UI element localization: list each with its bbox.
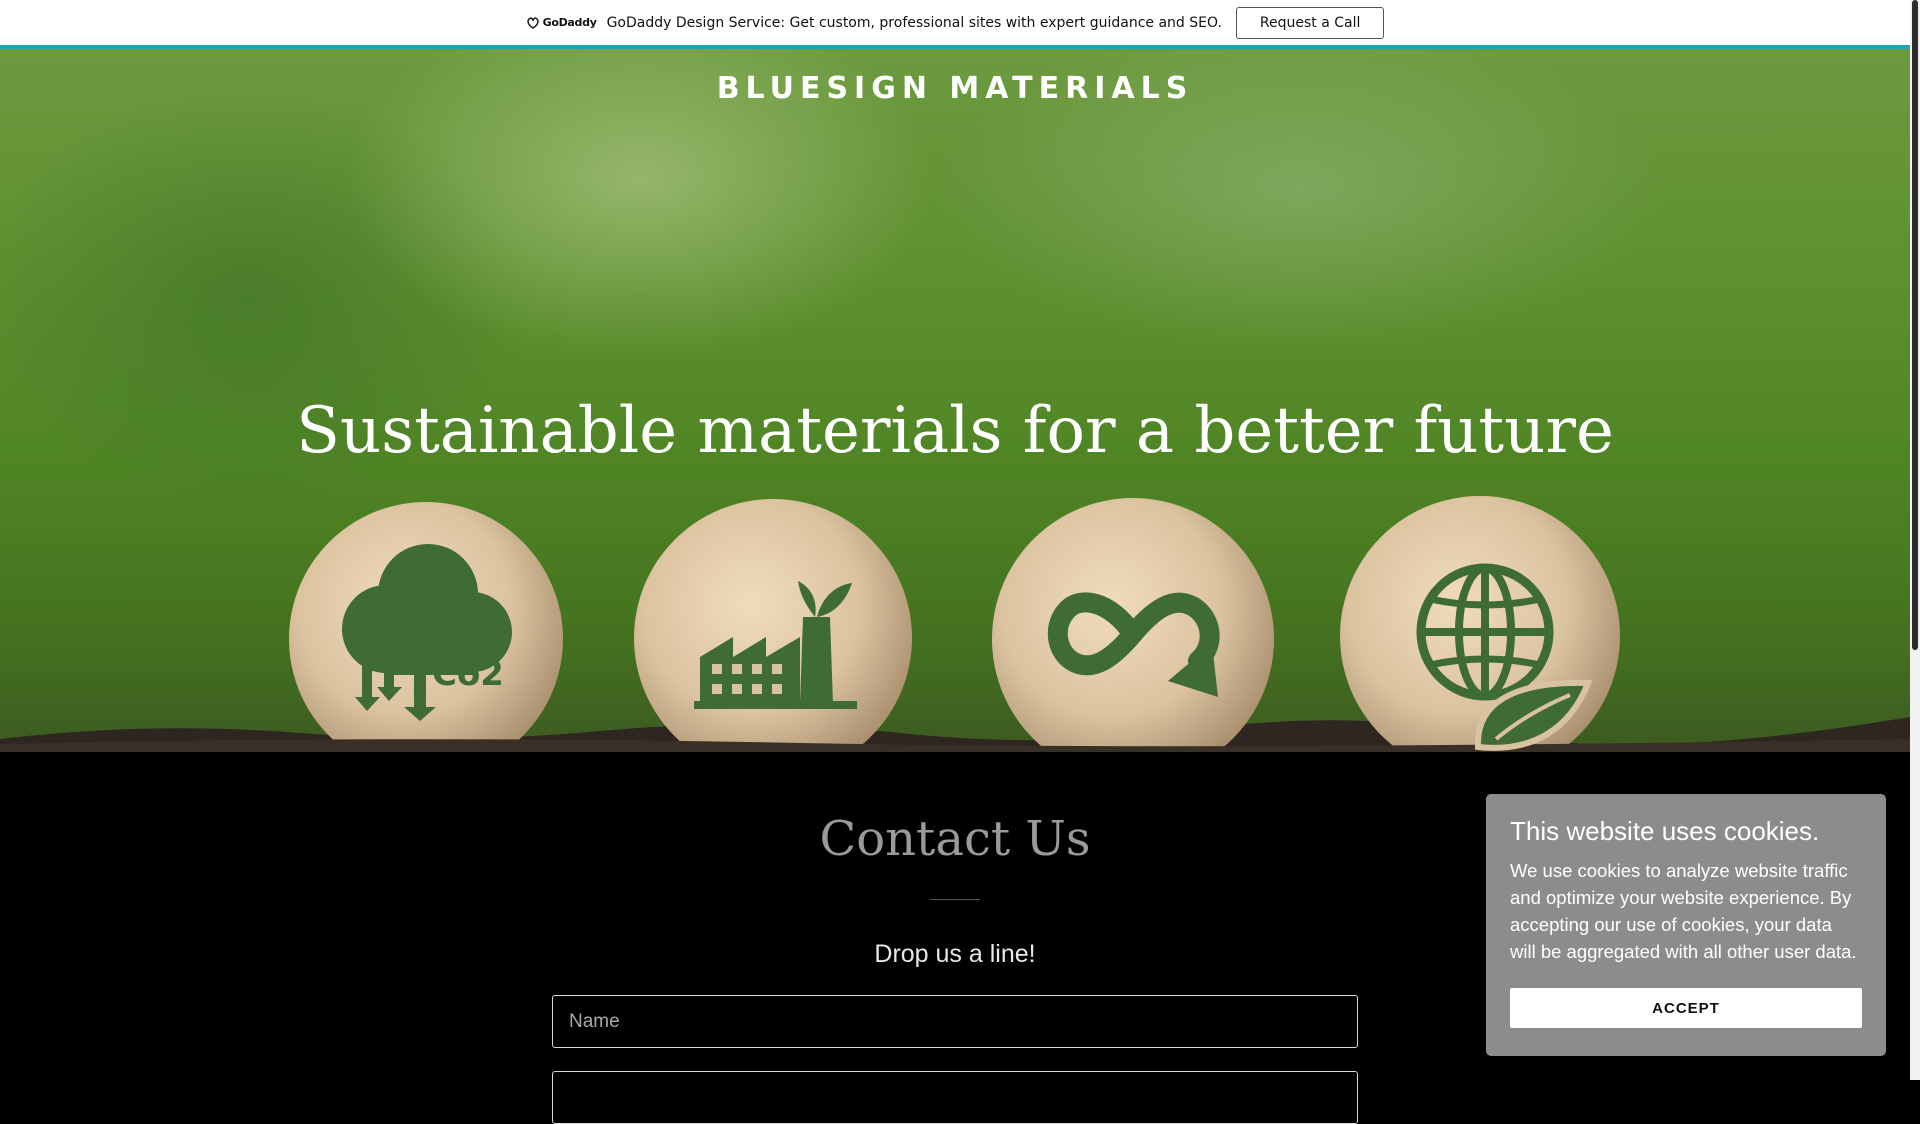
hero-tagline: Sustainable materials for a better futur… — [296, 394, 1614, 468]
wooden-sphere — [634, 499, 912, 752]
title-divider — [930, 899, 980, 900]
name-field[interactable] — [552, 995, 1358, 1048]
cookie-message: We use cookies to analyze website traffi… — [1510, 860, 1857, 962]
godaddy-logo: GoDaddy — [526, 16, 597, 29]
godaddy-logo-text: GoDaddy — [542, 16, 597, 29]
site-brand[interactable]: BLUESIGN MATERIALS — [0, 71, 1910, 106]
co2-label: Co2 — [432, 654, 504, 694]
cookie-title: This website uses cookies. — [1510, 816, 1820, 846]
email-field[interactable] — [552, 1071, 1358, 1124]
godaddy-logo-icon — [526, 16, 539, 29]
promo-bar: GoDaddy GoDaddy Design Service: Get cust… — [0, 0, 1910, 49]
hero-section: Co2 BLUESIGN MATERIALS Sustainable mater… — [0, 49, 1910, 752]
request-call-button[interactable]: Request a Call — [1235, 6, 1385, 39]
wooden-sphere — [1340, 496, 1620, 752]
promo-text: GoDaddy Design Service: Get custom, prof… — [606, 14, 1222, 31]
cookie-banner: This website uses cookies. We use cookie… — [1486, 794, 1886, 1056]
scrollbar-thumb[interactable] — [1912, 0, 1918, 650]
accept-cookies-button[interactable]: ACCEPT — [1510, 988, 1862, 1028]
